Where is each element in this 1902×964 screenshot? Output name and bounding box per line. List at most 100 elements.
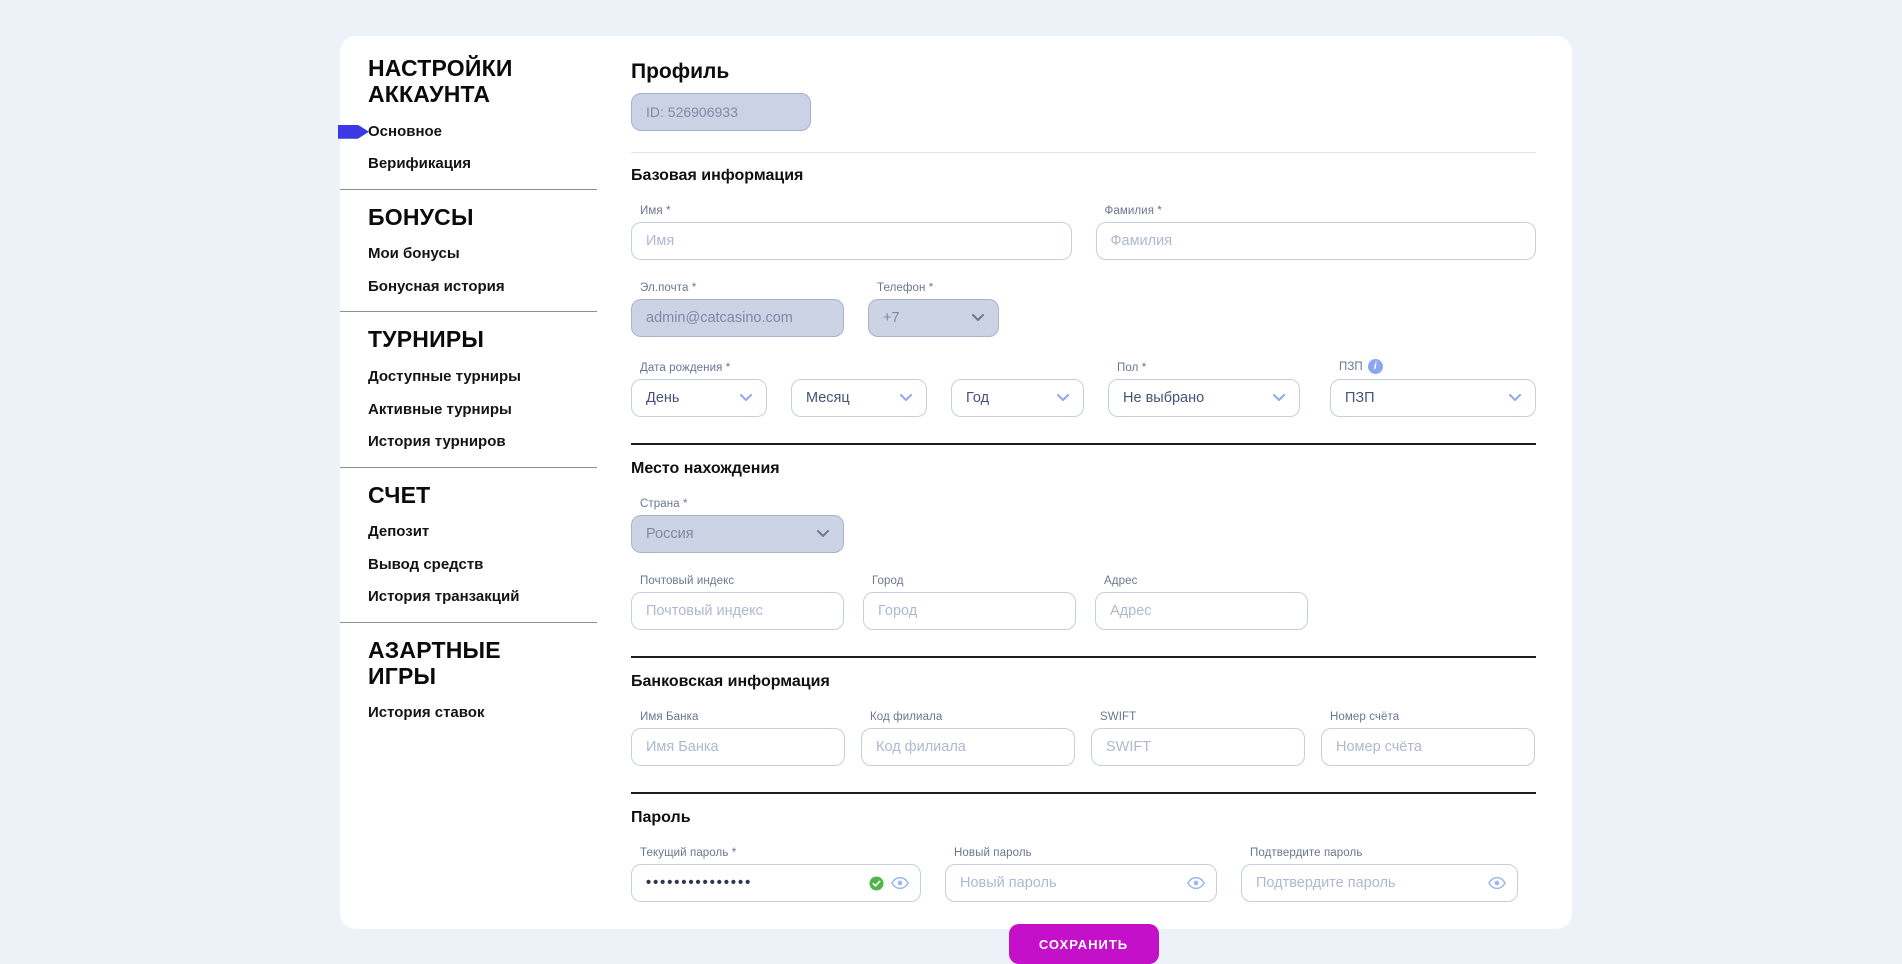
gender-field: Пол * Не выбрано [1108,362,1300,417]
pzp-label-text: ПЗП [1339,361,1363,373]
name-row: Имя * Фамилия * [631,205,1536,260]
section-title-password: Пароль [631,809,1536,827]
sidebar-item-bet-history[interactable]: История ставок [368,705,597,722]
sidebar-item-active-tournaments[interactable]: Активные турниры [368,402,597,419]
section-title-location: Место нахождения [631,460,1536,478]
profile-main: Профиль Базовая информация Имя * Фамилия… [631,36,1536,929]
eye-icon[interactable] [1187,876,1205,890]
current-password-label: Текущий пароль * [631,847,921,859]
sidebar-item-main[interactable]: Основное [368,124,597,141]
current-password-field: Текущий пароль * [631,847,921,902]
pzp-field: ПЗП i ПЗП [1330,359,1536,417]
country-select: Россия [631,515,844,553]
confirm-password-label: Подтвердите пароль [1241,847,1518,859]
sidebar-group-bonuses: БОНУСЫ Мои бонусы Бонусная история [340,190,597,312]
birth-month-field: Месяц [791,379,927,417]
bank-name-field: Имя Банка [631,711,845,766]
birth-year-field: Год [951,379,1084,417]
chevron-down-icon [972,314,984,322]
sidebar-item-label: История ставок [368,704,484,721]
info-icon[interactable]: i [1368,359,1383,374]
new-password-input[interactable] [945,864,1217,902]
active-arrow-icon [338,125,369,139]
branch-code-field: Код филиала [861,711,1075,766]
chevron-down-icon [1273,394,1285,402]
day-select[interactable]: День [631,379,767,417]
email-field: Эл.почта * [631,282,844,337]
pzp-select-value: ПЗП [1345,390,1375,406]
gender-select[interactable]: Не выбрано [1108,379,1300,417]
confirm-password-field: Подтвердите пароль [1241,847,1518,902]
eye-icon[interactable] [1488,876,1506,890]
year-select-value: Год [966,390,989,406]
current-password-wrap [631,864,921,902]
address-input[interactable] [1095,592,1308,630]
pzp-select[interactable]: ПЗП [1330,379,1536,417]
sidebar-group-account-settings: НАСТРОЙКИ АККАУНТА Основное Верификация [340,56,597,189]
sidebar-item-available-tournaments[interactable]: Доступные турниры [368,369,597,386]
confirm-password-wrap [1241,864,1518,902]
divider [631,656,1536,658]
current-password-icons [869,864,909,902]
contact-row: Эл.почта * Телефон * +7 [631,282,1536,337]
branch-code-label: Код филиала [861,711,1075,723]
day-select-value: День [646,390,679,406]
sidebar-item-tournament-history[interactable]: История турниров [368,434,597,451]
city-input[interactable] [863,592,1076,630]
sidebar-item-transaction-history[interactable]: История транзакций [368,589,597,606]
phone-field: Телефон * +7 [868,282,999,337]
bank-name-input[interactable] [631,728,845,766]
city-label: Город [863,575,1076,587]
sidebar-group-title: АЗАРТНЫЕ ИГРЫ [368,638,568,690]
last-name-field: Фамилия * [1096,205,1537,260]
password-row: Текущий пароль * Новый пароль [631,847,1536,902]
account-number-label: Номер счёта [1321,711,1535,723]
account-number-input[interactable] [1321,728,1535,766]
birth-date-label: Дата рождения * [631,362,767,374]
address-label: Адрес [1095,575,1308,587]
sidebar-item-verification[interactable]: Верификация [368,156,597,173]
gender-label: Пол * [1108,362,1300,374]
sidebar-item-label: Доступные турниры [368,368,521,385]
new-password-field: Новый пароль [945,847,1217,902]
sidebar-item-label: Бонусная история [368,278,505,295]
sidebar-item-my-bonuses[interactable]: Мои бонусы [368,246,597,263]
confirm-password-icons [1488,864,1506,902]
new-password-icons [1187,864,1205,902]
zip-input[interactable] [631,592,844,630]
swift-field: SWIFT [1091,711,1305,766]
phone-code-select: +7 [868,299,999,337]
account-number-field: Номер счёта [1321,711,1535,766]
chevron-down-icon [1057,394,1069,402]
sidebar-item-bonus-history[interactable]: Бонусная история [368,279,597,296]
sidebar-group-title: БОНУСЫ [368,205,568,231]
city-field: Город [863,575,1076,630]
confirm-password-input[interactable] [1241,864,1518,902]
eye-icon[interactable] [891,876,909,890]
last-name-input[interactable] [1096,222,1537,260]
phone-label: Телефон * [868,282,999,294]
chevron-down-icon [740,394,752,402]
branch-code-input[interactable] [861,728,1075,766]
month-select[interactable]: Месяц [791,379,927,417]
sidebar-item-deposit[interactable]: Депозит [368,524,597,541]
sidebar-item-label: Верификация [368,155,471,172]
sidebar-group-title: СЧЕТ [368,483,568,509]
swift-input[interactable] [1091,728,1305,766]
save-button[interactable]: СОХРАНИТЬ [1009,924,1159,964]
year-select[interactable]: Год [951,379,1084,417]
first-name-input[interactable] [631,222,1072,260]
sidebar-item-label: Мои бонусы [368,245,460,262]
sidebar-item-withdrawal[interactable]: Вывод средств [368,557,597,574]
pzp-label: ПЗП i [1330,359,1536,374]
new-password-label: Новый пароль [945,847,1217,859]
sidebar-group-title: ТУРНИРЫ [368,327,568,353]
sidebar-group-account: СЧЕТ Депозит Вывод средств История транз… [340,468,597,622]
email-input [631,299,844,337]
birth-gender-row: Дата рождения * День Месяц [631,359,1536,417]
sidebar-group-gambling: АЗАРТНЫЕ ИГРЫ История ставок [340,623,597,738]
sidebar-item-label: Основное [368,123,442,140]
section-title-bank-info: Банковская информация [631,673,1536,691]
page-title: Профиль [631,60,1536,84]
phone-code-value: +7 [883,310,900,326]
